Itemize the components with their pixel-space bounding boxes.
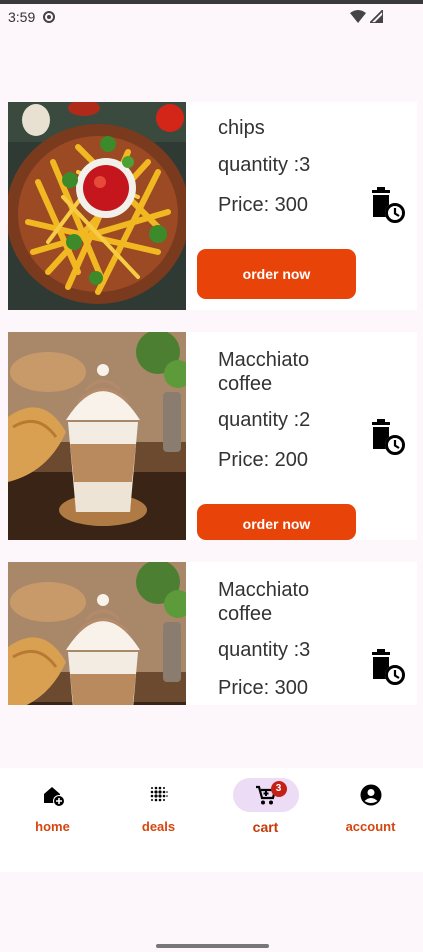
item-price: Price: 300 (218, 677, 309, 699)
food-image-macchiato (8, 332, 186, 540)
nav-cart-label: cart (252, 819, 279, 835)
delete-scheduled-icon[interactable] (366, 416, 408, 458)
delete-scheduled-icon[interactable] (366, 646, 408, 688)
item-quantity: quantity :3 (218, 639, 311, 661)
nav-deals[interactable]: deals (106, 768, 211, 872)
item-name: chips (218, 117, 265, 139)
signal-icon (370, 10, 383, 23)
item-name: Macchiato coffee (218, 579, 310, 625)
gesture-bar[interactable] (156, 944, 269, 948)
nav-deals-label: deals (141, 819, 176, 834)
delete-scheduled-icon[interactable] (366, 184, 408, 226)
notification-icon (43, 11, 56, 23)
nav-account[interactable]: account (318, 768, 423, 872)
nav-home-label: home (35, 819, 70, 834)
status-indicators (350, 10, 383, 23)
wifi-icon (350, 10, 366, 23)
bottom-navigation: home deals 3 cart account (0, 768, 423, 872)
food-image-macchiato (8, 562, 186, 705)
nav-home[interactable]: home (0, 768, 105, 872)
item-price: Price: 300 (218, 194, 309, 216)
cart-item-card: Macchiato coffee quantity :2 Price: 200 … (8, 332, 417, 540)
item-quantity: quantity :3 (218, 154, 311, 176)
food-image-fries (8, 102, 186, 310)
cart-item-card: chips quantity :3 Price: 300 order now (8, 102, 417, 310)
cart-badge: 3 (270, 781, 287, 797)
cart-item-card: Macchiato coffee quantity :3 Price: 300 (8, 562, 417, 705)
item-price: Price: 200 (218, 449, 309, 471)
status-bar: 3:59 (0, 4, 423, 30)
account-circle-icon (360, 784, 381, 806)
nav-account-label: account (345, 819, 396, 834)
order-now-button[interactable]: order now (197, 504, 356, 540)
item-name: Macchiato coffee (218, 349, 310, 395)
order-now-button[interactable]: order now (197, 249, 356, 299)
nav-cart[interactable]: 3 cart (213, 768, 318, 872)
home-add-icon (43, 787, 65, 807)
item-quantity: quantity :2 (218, 409, 311, 431)
dots-grid-icon (150, 786, 168, 802)
status-time: 3:59 (8, 9, 36, 25)
